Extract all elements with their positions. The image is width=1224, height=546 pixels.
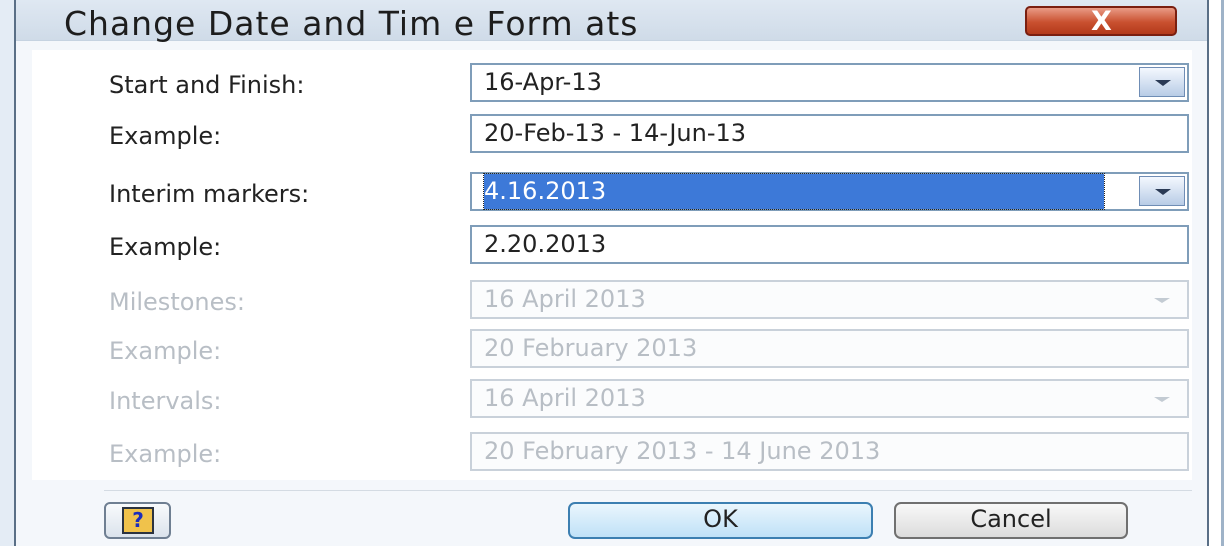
- milestones-dropdown[interactable]: 16 April 2013: [470, 280, 1189, 319]
- intervals-label: Intervals:: [109, 387, 222, 415]
- milestones-example-value: 20 February 2013: [484, 334, 698, 362]
- interim-markers-example-value: 2.20.2013: [484, 230, 607, 258]
- intervals-value: 16 April 2013: [484, 384, 646, 412]
- intervals-example-label: Example:: [109, 440, 222, 468]
- start-finish-example-field: 20-Feb-13 - 14-Jun-13: [470, 114, 1189, 153]
- interim-markers-label: Interim markers:: [109, 180, 310, 208]
- chevron-down-icon[interactable]: [1139, 67, 1185, 97]
- start-finish-dropdown[interactable]: 16-Apr-13: [470, 63, 1189, 102]
- intervals-dropdown[interactable]: 16 April 2013: [470, 379, 1189, 418]
- chevron-down-icon[interactable]: [1139, 176, 1185, 206]
- dialog-title: Change Date and Tim e Form ats: [64, 4, 639, 43]
- button-divider: [104, 490, 1192, 491]
- title-bar: Change Date and Tim e Form ats X: [16, 0, 1207, 43]
- change-date-time-formats-dialog: Change Date and Tim e Form ats X Start a…: [14, 0, 1209, 546]
- ok-button[interactable]: OK: [568, 502, 873, 539]
- intervals-example-field: 20 February 2013 - 14 June 2013: [470, 432, 1189, 471]
- milestones-value: 16 April 2013: [484, 285, 646, 313]
- intervals-example-value: 20 February 2013 - 14 June 2013: [484, 437, 881, 465]
- start-finish-label: Start and Finish:: [109, 71, 305, 99]
- interim-markers-value: 4.16.2013: [483, 173, 1105, 210]
- interim-markers-example-label: Example:: [109, 233, 222, 261]
- milestones-example-label: Example:: [109, 337, 222, 365]
- start-finish-value: 16-Apr-13: [484, 68, 602, 96]
- help-button[interactable]: ?: [104, 502, 171, 539]
- start-finish-example-label: Example:: [109, 122, 222, 150]
- close-icon: X: [1091, 6, 1112, 37]
- interim-markers-example-field: 2.20.2013: [470, 225, 1189, 264]
- start-finish-example-value: 20-Feb-13 - 14-Jun-13: [484, 119, 747, 147]
- background-window-edge: [0, 0, 15, 546]
- close-button[interactable]: X: [1025, 6, 1177, 37]
- milestones-example-field: 20 February 2013: [470, 329, 1189, 368]
- interim-markers-dropdown[interactable]: 4.16.2013: [470, 172, 1189, 211]
- milestones-label: Milestones:: [109, 288, 245, 316]
- cancel-button[interactable]: Cancel: [894, 502, 1128, 539]
- help-icon: ?: [122, 507, 154, 534]
